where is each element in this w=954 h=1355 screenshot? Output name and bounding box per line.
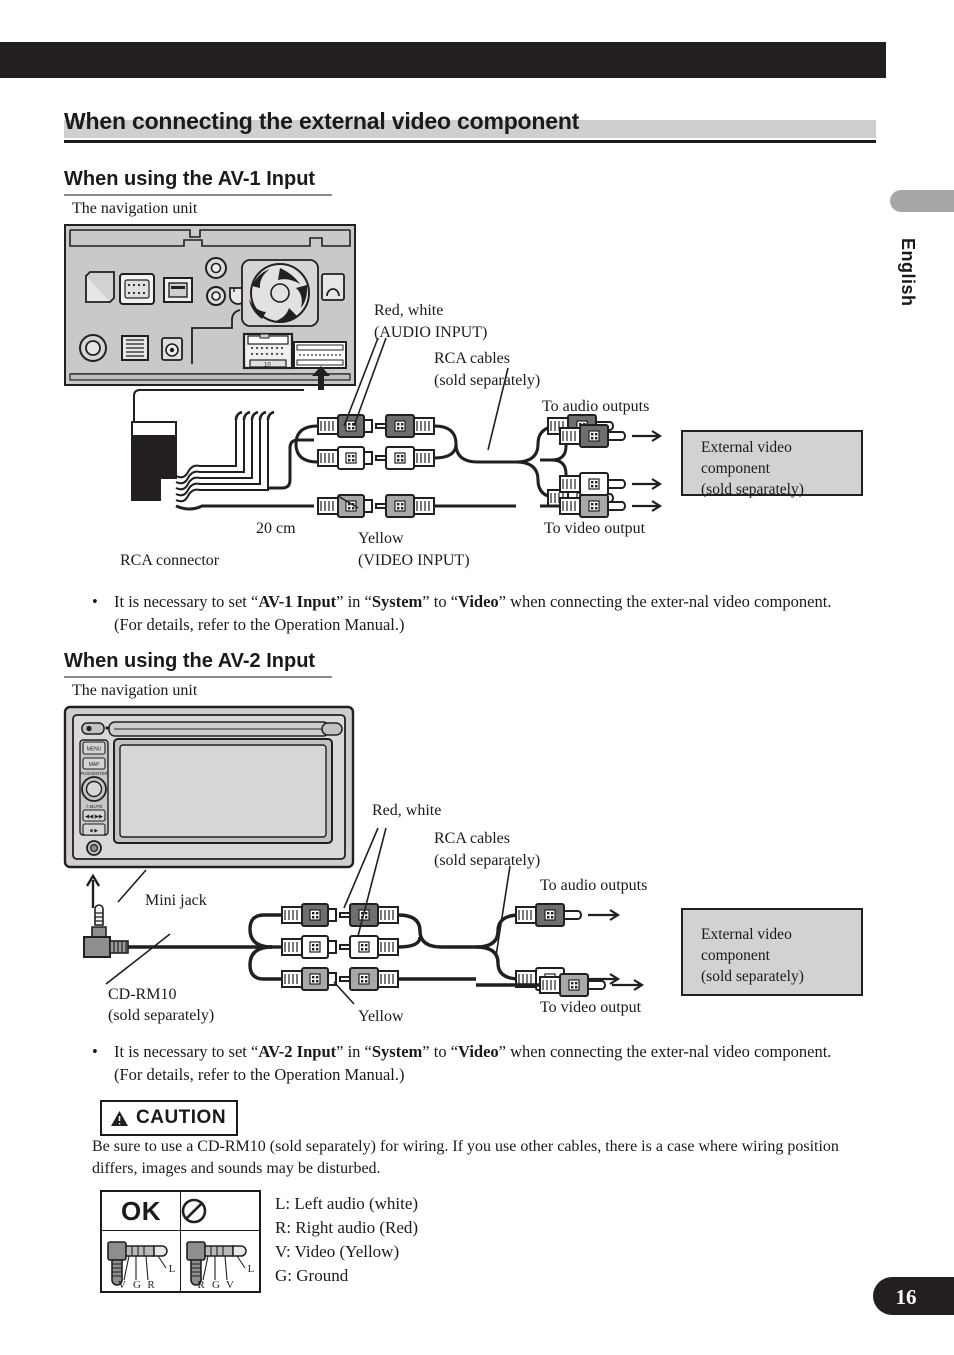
av2-label-yellow: Yellow: [358, 1008, 404, 1025]
plug-legend: L: Left audio (white) R: Right audio (Re…: [275, 1192, 418, 1288]
av1-label-length: 20 cm: [256, 520, 296, 537]
svg-text:-\ MUTE: -\ MUTE: [85, 804, 102, 809]
svg-text:MAP: MAP: [89, 762, 101, 768]
plug-ng-cell: [180, 1190, 261, 1231]
av1-external-line2: component: [701, 460, 770, 477]
av1-label-rca-connector: RCA connector: [120, 552, 220, 569]
caution-badge: CAUTION: [100, 1100, 239, 1136]
av2-heading-rule: [64, 676, 332, 678]
av1-label-rca-sold-separately: (sold separately): [434, 372, 541, 389]
av2-note-t3: ” to “: [422, 1042, 459, 1061]
svg-text:V: V: [118, 1279, 126, 1291]
header-black-bar: [0, 42, 886, 78]
av2-note-b3: Video: [458, 1042, 499, 1061]
av1-note-t1: It is necessary to set “: [114, 592, 259, 611]
av1-heading: When using the AV-1 Input: [64, 168, 316, 190]
svg-text:■ ▶: ■ ▶: [90, 828, 98, 834]
av2-unit-caption: The navigation unit: [72, 682, 198, 699]
legend-item-1: R: Right audio (Red): [275, 1218, 419, 1237]
av1-note-t2: ” in “: [336, 592, 372, 611]
av1-label-to-audio-outputs: To audio outputs: [542, 398, 650, 415]
plug-ok-cell: OK: [100, 1190, 181, 1231]
av1-label-red-white: Red, white: [374, 302, 444, 319]
av1-navigation-unit-rear: 10: [64, 224, 356, 386]
svg-text:G: G: [133, 1279, 141, 1291]
ng-plug-icon: R G V L: [181, 1232, 259, 1291]
legend-item-0: L: Left audio (white): [275, 1194, 419, 1213]
svg-text:MENU: MENU: [87, 747, 102, 753]
av1-label-to-video-output: To video output: [544, 520, 646, 537]
av2-label-red-white: Red, white: [372, 802, 442, 819]
av1-label-rca-cables: RCA cables: [434, 350, 510, 367]
av1-label-yellow: Yellow: [358, 530, 404, 547]
av2-external-line2: component: [701, 947, 770, 964]
av2-label-to-audio-outputs: To audio outputs: [540, 877, 648, 894]
av1-label-audio-input: (AUDIO INPUT): [374, 324, 488, 341]
av1-label-video-input: (VIDEO INPUT): [358, 552, 470, 569]
svg-text:L: L: [169, 1263, 176, 1275]
av2-note-t1: It is necessary to set “: [114, 1042, 259, 1061]
av2-navigation-unit-front: MENU MAP PUSH/ENTER -\ MUTE ◀◀ ▶▶ ■ ▶: [63, 705, 355, 869]
av2-note: • It is necessary to set “AV-2 Input” in…: [92, 1040, 852, 1086]
av2-label-rca-sold-separately: (sold separately): [434, 852, 541, 869]
av1-heading-rule: [64, 194, 332, 196]
av1-external-line3: (sold separately): [701, 481, 804, 498]
svg-text:L: L: [248, 1263, 255, 1275]
ok-plug-icon: V G R L: [102, 1232, 180, 1291]
av2-note-t2: ” in “: [336, 1042, 372, 1061]
svg-text:◀◀ ▶▶: ◀◀ ▶▶: [85, 814, 103, 820]
manual-page: When connecting the external video compo…: [0, 0, 954, 1355]
legend-item-2: V: Video (Yellow): [275, 1242, 400, 1261]
av1-note-b2: System: [371, 592, 423, 611]
av2-label-to-video-output: To video output: [540, 999, 642, 1016]
av2-label-cd-rm10-sold-separately: (sold separately): [108, 1007, 215, 1024]
av1-unit-caption: The navigation unit: [72, 200, 198, 217]
language-tab: English: [898, 238, 918, 307]
av2-external-line3: (sold separately): [701, 968, 804, 985]
svg-text:R: R: [197, 1279, 205, 1291]
caution-label: CAUTION: [136, 1107, 227, 1128]
av2-note-b2: System: [371, 1042, 423, 1061]
av1-note-t3: ” to “: [422, 592, 459, 611]
av2-external-component-box: External video component (sold separatel…: [681, 908, 863, 996]
warning-triangle-icon: [110, 1110, 129, 1127]
page-title: When connecting the external video compo…: [64, 108, 580, 134]
av2-label-rca-cables: RCA cables: [434, 830, 510, 847]
ok-label: OK: [121, 1195, 161, 1226]
svg-text:R: R: [147, 1279, 155, 1291]
svg-text:G: G: [212, 1279, 220, 1291]
av1-note: • It is necessary to set “AV-1 Input” in…: [92, 590, 852, 636]
gray-thumb-tab: [890, 190, 954, 212]
av2-heading: When using the AV-2 Input: [64, 650, 316, 672]
plug-ng-diagram-cell: R G V L: [180, 1230, 261, 1293]
av1-external-component-box: External video component (sold separatel…: [681, 430, 863, 498]
av1-external-line1: External video: [701, 439, 792, 456]
svg-text:V: V: [226, 1279, 234, 1291]
av2-note-bullet: •: [92, 1042, 98, 1061]
legend-item-3: G: Ground: [275, 1266, 349, 1285]
svg-text:10: 10: [264, 363, 271, 369]
av1-note-b3: Video: [458, 592, 499, 611]
page-number: 16: [895, 1285, 917, 1309]
av1-note-b1: AV-1 Input: [258, 592, 337, 611]
svg-text:PUSH/ENTER: PUSH/ENTER: [81, 771, 108, 776]
prohibited-icon: [181, 1198, 259, 1224]
av1-note-bullet: •: [92, 592, 98, 611]
av2-note-b1: AV-2 Input: [258, 1042, 337, 1061]
av2-external-line1: External video: [701, 926, 792, 943]
caution-body: Be sure to use a CD-RM10 (sold separatel…: [92, 1138, 839, 1177]
plug-ok-diagram-cell: V G R L: [100, 1230, 181, 1293]
plug-wiring-table: OK V G R L R G V L: [100, 1190, 261, 1293]
av2-label-cd-rm10: CD-RM10: [108, 986, 177, 1003]
section-title-rule: [64, 140, 876, 143]
